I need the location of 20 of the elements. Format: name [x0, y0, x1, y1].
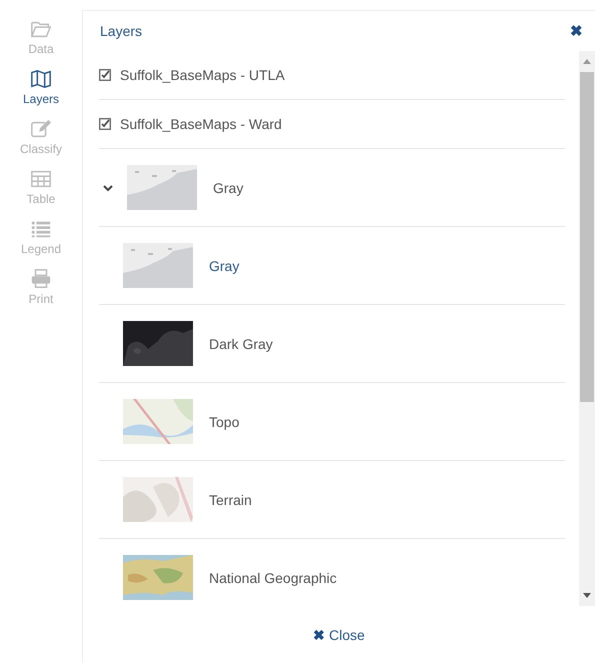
scrollbar[interactable] — [579, 51, 595, 606]
panel-title: Layers — [100, 23, 142, 39]
checkbox[interactable] — [99, 69, 111, 81]
checkbox[interactable] — [99, 118, 111, 130]
basemap-option[interactable]: Gray — [209, 258, 240, 274]
layer-name: Suffolk_BaseMaps - Ward — [120, 116, 282, 132]
layer-name: Suffolk_BaseMaps - UTLA — [120, 67, 285, 83]
basemap-name[interactable]: Gray — [213, 180, 244, 196]
basemap-option[interactable]: Terrain — [209, 492, 252, 508]
map-icon — [30, 68, 52, 90]
chevron-icon[interactable] — [103, 182, 113, 192]
printer-icon — [30, 268, 52, 290]
close-button[interactable]: ✖ Close — [309, 624, 369, 644]
edit-icon — [30, 118, 52, 140]
basemap-option[interactable]: Topo — [209, 414, 240, 430]
scroll-down-icon[interactable] — [583, 593, 591, 598]
table-icon — [30, 168, 52, 190]
basemap-option[interactable]: Dark Gray — [209, 336, 273, 352]
sidebar-item[interactable]: Layers — [22, 68, 60, 106]
basemap-option[interactable]: National Geographic — [209, 570, 337, 586]
